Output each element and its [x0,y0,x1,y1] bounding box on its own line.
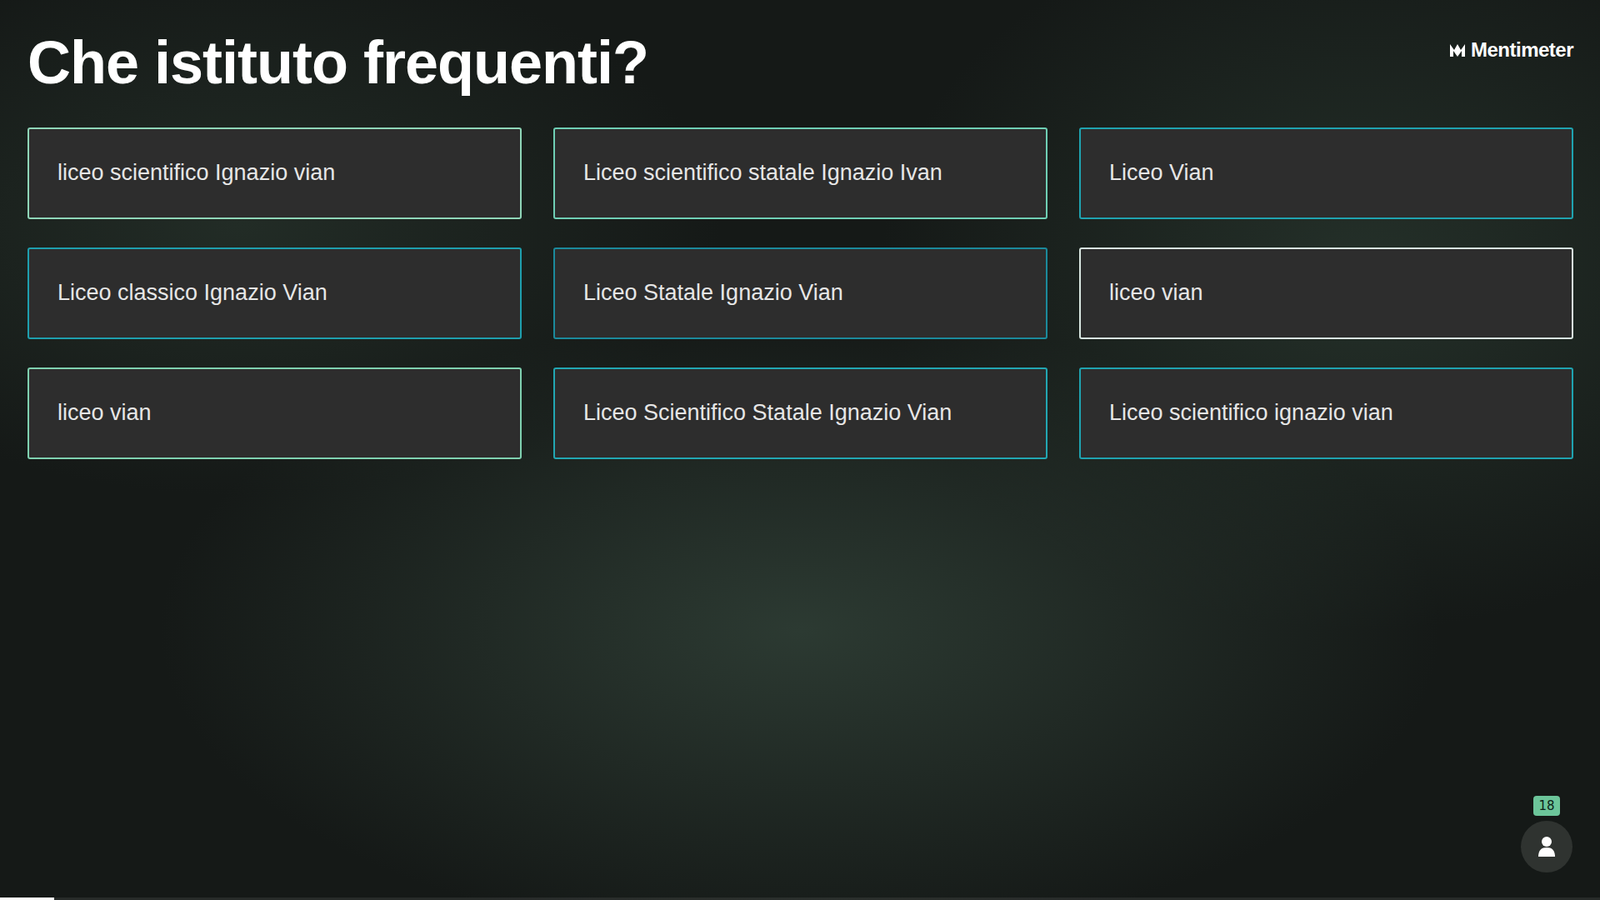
response-card: liceo vian [1079,247,1574,340]
participants-indicator: 18 [1520,795,1573,873]
response-card: Liceo Scientifico Statale Ignazio Vian [553,367,1048,460]
response-card: Liceo classico Ignazio Vian [27,247,522,340]
slide-progress [0,897,1600,900]
participant-count: 18 [1533,795,1560,816]
participants-button[interactable] [1520,820,1573,873]
response-card: Liceo scientifico statale Ignazio Ivan [553,127,1048,220]
response-card: Liceo Vian [1079,127,1574,220]
response-text: Liceo scientifico ignazio vian [1109,400,1394,426]
response-text: Liceo Scientifico Statale Ignazio Vian [583,400,952,426]
response-text: liceo scientifico Ignazio vian [57,160,335,186]
response-card: liceo scientifico Ignazio vian [27,127,522,220]
response-text: Liceo scientifico statale Ignazio Ivan [583,160,943,186]
responses-grid: liceo scientifico Ignazio vian Liceo scie… [27,127,1574,460]
question-title: Che istituto frequenti? [27,28,649,98]
person-icon [1537,835,1556,858]
response-text: Liceo Statale Ignazio Vian [583,280,844,306]
response-text: liceo vian [1109,280,1204,306]
mentimeter-logo-icon [1449,42,1466,58]
logo-text: Mentimeter [1470,38,1574,62]
response-text: liceo vian [57,400,152,426]
presentation-slide: Che istituto frequenti? Mentimeter liceo s… [0,0,1600,900]
slide-header: Che istituto frequenti? Mentimeter [27,28,1574,98]
response-card: Liceo scientifico ignazio vian [1079,367,1574,460]
progress-fill [0,897,55,900]
response-text: Liceo classico Ignazio Vian [57,280,328,306]
response-card: liceo vian [27,367,522,460]
mentimeter-logo: Mentimeter [1449,38,1574,62]
response-card: Liceo Statale Ignazio Vian [553,247,1048,340]
response-text: Liceo Vian [1109,160,1215,186]
